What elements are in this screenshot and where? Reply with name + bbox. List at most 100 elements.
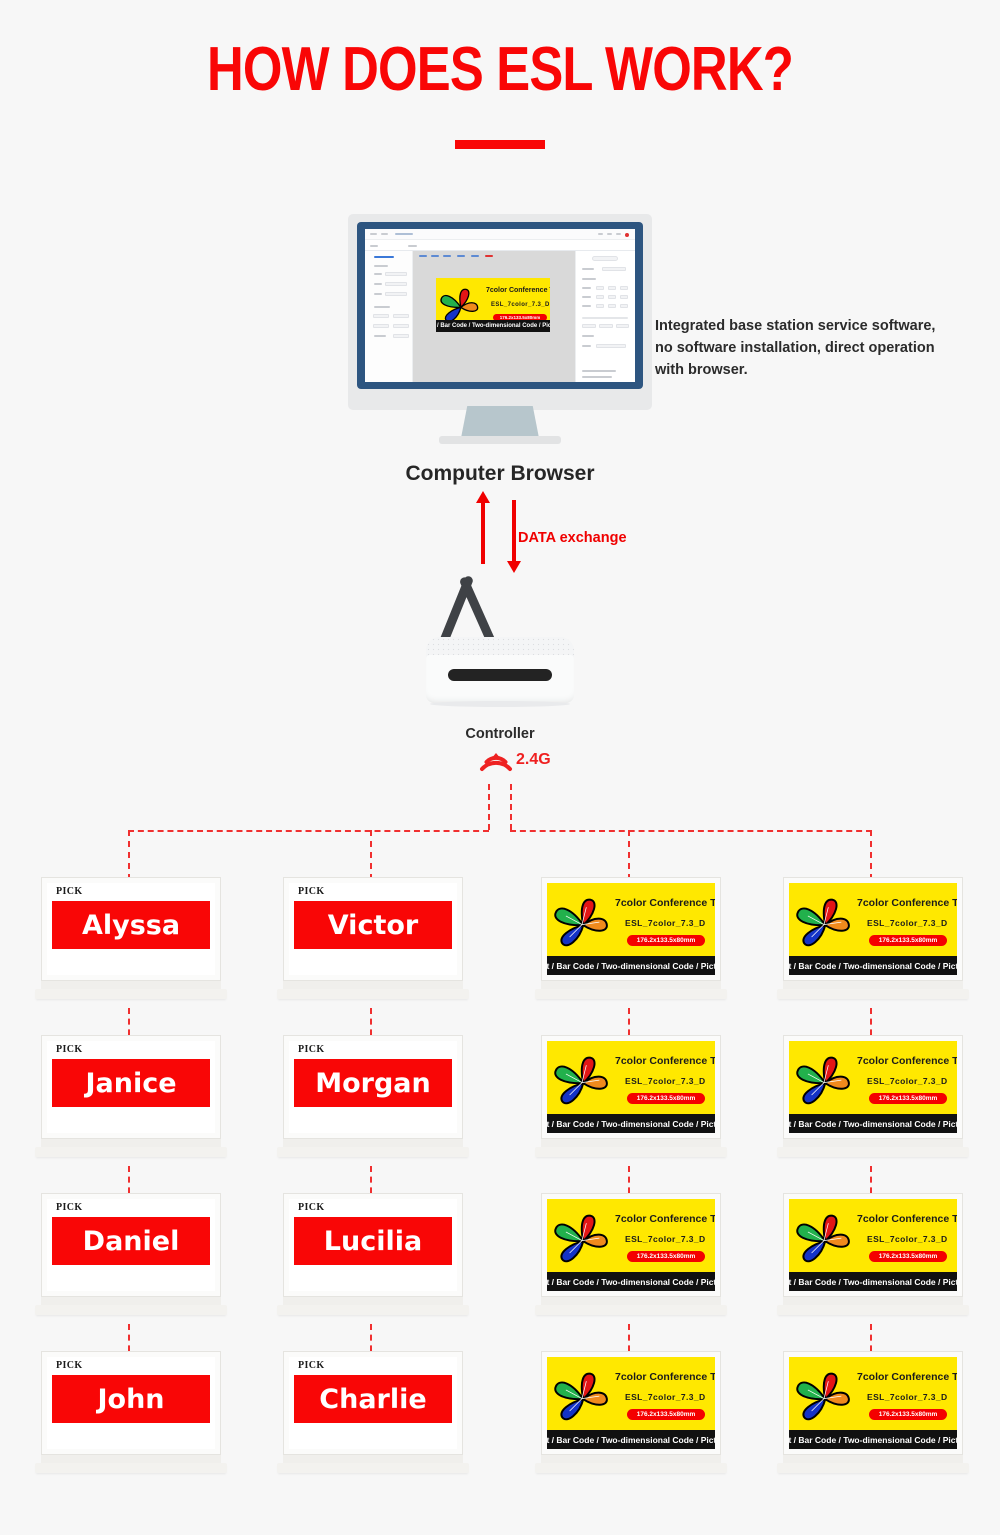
esl-title: 7color Conference Table — [615, 1055, 715, 1067]
esl-model: ESL_7color_7.3_D — [625, 1234, 706, 1244]
device-frame[interactable]: 7color Conference Table ESL_7color_7.3_D… — [541, 1193, 721, 1297]
name-tag-pick-label: PICK — [56, 1044, 83, 1055]
esl-label-device[interactable]: 7color Conference Table ESL_7color_7.3_D… — [777, 1351, 969, 1473]
flower-logo-icon — [796, 1056, 850, 1105]
name-tag-name: Janice — [85, 1067, 177, 1099]
name-tag-pick-label: PICK — [56, 1202, 83, 1213]
esl-model: ESL_7color_7.3_D — [867, 1392, 948, 1402]
esl-label-device[interactable]: 7color Conference Table ESL_7color_7.3_D… — [777, 1035, 969, 1157]
app-properties-panel[interactable] — [575, 251, 635, 382]
monitor-body: 7color Conference Table ESL_7color_7.3_D… — [348, 214, 652, 410]
esl-label-face[interactable]: 7color Conference Table ESL_7color_7.3_D… — [547, 1199, 715, 1291]
device-stand — [41, 981, 221, 989]
name-tag-device[interactable]: PICK Janice — [35, 1035, 227, 1157]
device-stand — [41, 1455, 221, 1463]
device-frame[interactable]: PICK Alyssa — [41, 877, 221, 981]
esl-preview-on-canvas[interactable]: 7color Conference Table ESL_7color_7.3_D… — [436, 278, 550, 332]
device-frame[interactable]: PICK Morgan — [283, 1035, 463, 1139]
device-base — [535, 1147, 727, 1157]
flower-logo-icon — [554, 1372, 608, 1421]
esl-label-device[interactable]: 7color Conference Table ESL_7color_7.3_D… — [777, 1193, 969, 1315]
flower-logo-icon — [796, 1214, 850, 1263]
device-stand — [541, 1455, 721, 1463]
device-frame[interactable]: 7color Conference Table ESL_7color_7.3_D… — [783, 877, 963, 981]
frequency-label: 2.4G — [516, 751, 551, 768]
esl-label-face[interactable]: 7color Conference Table ESL_7color_7.3_D… — [547, 1357, 715, 1449]
esl-footer: Text / Bar Code / Two-dimensional Code /… — [789, 1430, 957, 1449]
device-stand — [283, 1139, 463, 1147]
device-frame[interactable]: 7color Conference Table ESL_7color_7.3_D… — [541, 877, 721, 981]
esl-footer: Text / Bar Code / Two-dimensional Code /… — [547, 1272, 715, 1291]
controller-router — [412, 565, 588, 720]
esl-label-device[interactable]: 7color Conference Table ESL_7color_7.3_D… — [535, 877, 727, 999]
connector-drop-col1 — [128, 830, 130, 880]
device-frame[interactable]: 7color Conference Table ESL_7color_7.3_D… — [783, 1035, 963, 1139]
name-tag-device[interactable]: PICK Victor — [277, 877, 469, 999]
device-frame[interactable]: PICK Lucilia — [283, 1193, 463, 1297]
esl-title: 7color Conference Table — [857, 1213, 957, 1225]
connector-bus-left — [128, 830, 489, 832]
esl-label-device[interactable]: 7color Conference Table ESL_7color_7.3_D… — [535, 1035, 727, 1157]
device-stand — [783, 981, 963, 989]
esl-title: 7color Conference Table — [857, 1371, 957, 1383]
name-tag-name: John — [97, 1383, 165, 1415]
name-tag-name: Victor — [327, 909, 419, 941]
esl-label-device[interactable]: 7color Conference Table ESL_7color_7.3_D… — [777, 877, 969, 999]
name-tag-device[interactable]: PICK Lucilia — [277, 1193, 469, 1315]
esl-footer: Text / Bar Code / Two-dimensional Code /… — [547, 1430, 715, 1449]
name-tag-face[interactable]: PICK Janice — [47, 1041, 215, 1133]
browser-tab-bar[interactable] — [365, 240, 635, 259]
device-stand — [283, 1455, 463, 1463]
name-tag-device[interactable]: PICK John — [35, 1351, 227, 1473]
esl-label-device[interactable]: 7color Conference Table ESL_7color_7.3_D… — [535, 1193, 727, 1315]
esl-model: ESL_7color_7.3_D — [625, 1392, 706, 1402]
device-stand — [41, 1139, 221, 1147]
device-frame[interactable]: 7color Conference Table ESL_7color_7.3_D… — [541, 1035, 721, 1139]
device-stand — [783, 1297, 963, 1305]
device-frame[interactable]: PICK Janice — [41, 1035, 221, 1139]
device-base — [35, 989, 227, 999]
name-tag-face[interactable]: PICK Alyssa — [47, 883, 215, 975]
device-frame[interactable]: 7color Conference Table ESL_7color_7.3_D… — [783, 1193, 963, 1297]
name-tag-band: Morgan — [294, 1059, 452, 1107]
connector-router-right-drop — [510, 784, 512, 830]
esl-footer: Text / Bar Code / Two-dimensional Code /… — [789, 1272, 957, 1291]
name-tag-pick-label: PICK — [298, 1360, 325, 1371]
name-tag-face[interactable]: PICK Lucilia — [289, 1199, 457, 1291]
device-frame[interactable]: 7color Conference Table ESL_7color_7.3_D… — [783, 1351, 963, 1455]
esl-model: ESL_7color_7.3_D — [867, 1234, 948, 1244]
device-frame[interactable]: PICK Victor — [283, 877, 463, 981]
name-tag-device[interactable]: PICK Morgan — [277, 1035, 469, 1157]
esl-label-face[interactable]: 7color Conference Table ESL_7color_7.3_D… — [547, 883, 715, 975]
device-base — [777, 1305, 969, 1315]
name-tag-face[interactable]: PICK Daniel — [47, 1199, 215, 1291]
app-left-panel[interactable] — [365, 251, 413, 382]
device-frame[interactable]: 7color Conference Table ESL_7color_7.3_D… — [541, 1351, 721, 1455]
esl-label-face[interactable]: 7color Conference Table ESL_7color_7.3_D… — [789, 1199, 957, 1291]
name-tag-face[interactable]: PICK Victor — [289, 883, 457, 975]
name-tag-device[interactable]: PICK Charlie — [277, 1351, 469, 1473]
esl-dimensions-badge: 176.2x133.5x80mm — [627, 935, 705, 946]
esl-footer: Text / Bar Code / Two-dimensional Code /… — [547, 956, 715, 975]
device-stand — [283, 981, 463, 989]
name-tag-band: Lucilia — [294, 1217, 452, 1265]
device-frame[interactable]: PICK Charlie — [283, 1351, 463, 1455]
name-tag-device[interactable]: PICK Alyssa — [35, 877, 227, 999]
name-tag-face[interactable]: PICK Charlie — [289, 1357, 457, 1449]
name-tag-pick-label: PICK — [298, 1202, 325, 1213]
device-frame[interactable]: PICK John — [41, 1351, 221, 1455]
device-frame[interactable]: PICK Daniel — [41, 1193, 221, 1297]
label-design-canvas[interactable]: 7color Conference Table ESL_7color_7.3_D… — [413, 251, 575, 382]
name-tag-face[interactable]: PICK Morgan — [289, 1041, 457, 1133]
esl-label-face[interactable]: 7color Conference Table ESL_7color_7.3_D… — [789, 1357, 957, 1449]
esl-label-face[interactable]: 7color Conference Table ESL_7color_7.3_D… — [547, 1041, 715, 1133]
esl-label-device[interactable]: 7color Conference Table ESL_7color_7.3_D… — [535, 1351, 727, 1473]
name-tag-face[interactable]: PICK John — [47, 1357, 215, 1449]
esl-label-face[interactable]: 7color Conference Table ESL_7color_7.3_D… — [789, 883, 957, 975]
esl-label-face[interactable]: 7color Conference Table ESL_7color_7.3_D… — [789, 1041, 957, 1133]
name-tag-pick-label: PICK — [298, 886, 325, 897]
esl-footer: Text / Bar Code / Two-dimensional Code /… — [789, 956, 957, 975]
title-underline-divider — [455, 140, 545, 149]
esl-title: 7color Conference Table — [615, 1213, 715, 1225]
name-tag-device[interactable]: PICK Daniel — [35, 1193, 227, 1315]
